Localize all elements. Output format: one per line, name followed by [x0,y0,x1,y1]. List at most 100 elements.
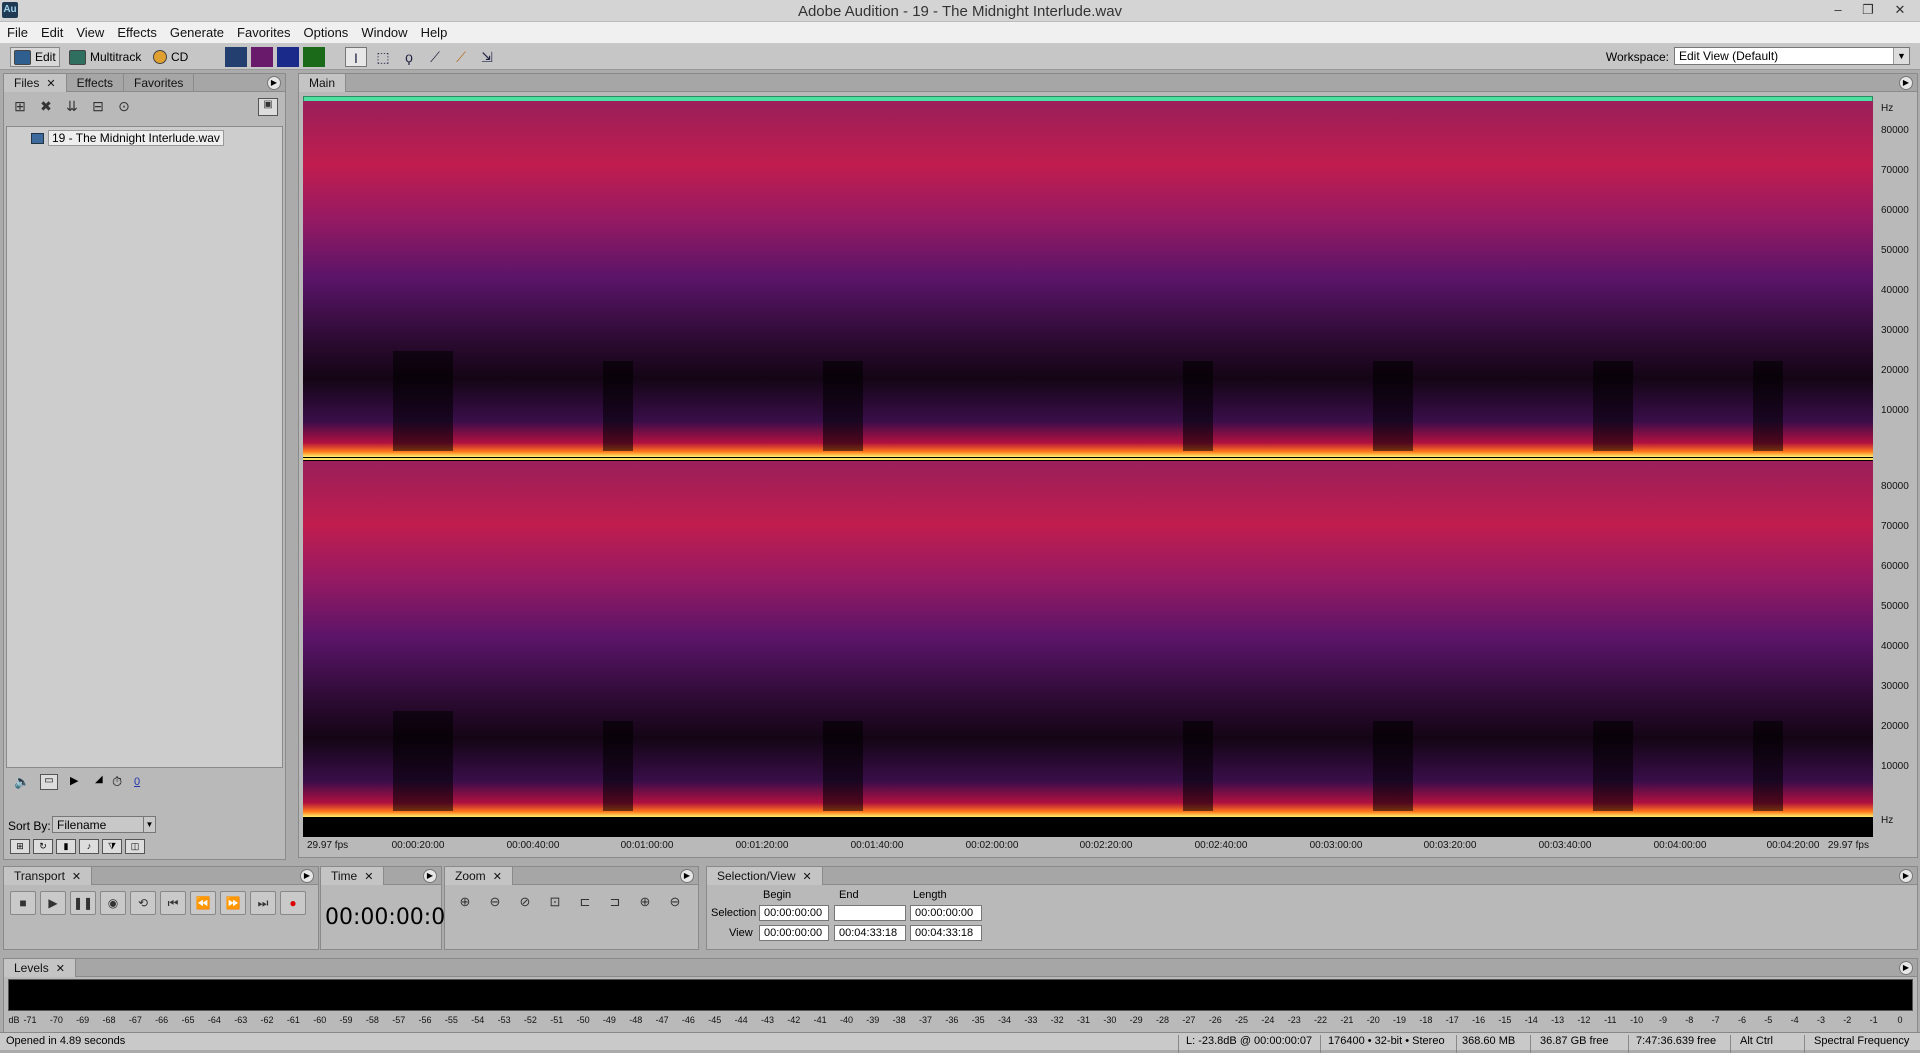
zoom-in-vertical-icon[interactable]: ⊕ [633,891,657,913]
spectral-pan-icon[interactable] [277,47,299,67]
menu-favorites[interactable]: Favorites [230,22,296,40]
filter-icon[interactable]: ⧩ [102,839,122,854]
zoom-right-edge-icon[interactable]: ⊐ [603,891,627,913]
file-name: 19 - The Midnight Interlude.wav [48,130,224,146]
panel-menu-icon[interactable]: ▶ [680,869,694,883]
autoplay-icon[interactable]: ⏱ [112,774,122,790]
menu-file[interactable]: File [0,22,34,40]
menu-generate[interactable]: Generate [163,22,230,40]
panel-menu-icon[interactable]: ▶ [1899,76,1913,90]
close-icon[interactable]: ✕ [803,871,812,883]
menu-effects[interactable]: Effects [110,22,163,40]
scrub-tool-icon[interactable]: ⇲ [476,47,498,67]
play-icon[interactable]: ▶ [40,891,66,915]
status-time-free: 7:47:36.639 free [1636,1035,1717,1047]
options-icon[interactable]: ◫ [125,839,145,854]
spectral-frequency-icon[interactable] [251,47,273,67]
multitrack-view-button[interactable]: Multitrack [66,47,144,67]
panel-menu-icon[interactable]: ▶ [267,76,281,90]
show-options-icon[interactable]: ▣ [258,98,278,116]
zoom-out-vertical-icon[interactable]: ⊖ [663,891,687,913]
zoom-out-horizontal-icon[interactable]: ⊖ [483,891,507,913]
spectral-phase-icon[interactable] [303,47,325,67]
play-file-icon[interactable]: ▭ [40,774,58,790]
import-icon[interactable]: ⊙ [114,98,134,116]
cd-view-button[interactable]: CD [150,47,191,67]
pause-icon[interactable]: ❚❚ [70,891,96,915]
brush-tool-icon[interactable]: ⟋ [424,47,446,67]
list-item[interactable]: 19 - The Midnight Interlude.wav [31,130,224,146]
close-button[interactable]: ✕ [1888,1,1912,19]
close-icon[interactable]: ✕ [493,871,502,883]
go-to-start-icon[interactable]: ⏮ [160,891,186,915]
go-to-end-icon[interactable]: ⏭ [250,891,276,915]
fast-forward-icon[interactable]: ⏩ [220,891,246,915]
hz-tick: 30000 [1881,681,1909,692]
loop-icon[interactable]: ⟲ [130,891,156,915]
menu-view[interactable]: View [69,22,110,40]
view-begin-field[interactable]: 00:00:00:00 [759,925,829,941]
tab-time[interactable]: Time ✕ [321,867,385,885]
minimize-button[interactable]: – [1826,1,1850,19]
spectral-frequency-display[interactable] [303,101,1873,837]
panel-menu-icon[interactable]: ▶ [1899,869,1913,883]
tab-selection-view[interactable]: Selection/View ✕ [707,867,823,885]
menu-window[interactable]: Window [354,22,413,40]
autoplay-count[interactable]: 0 [134,776,140,788]
selection-length-field[interactable]: 00:00:00:00 [910,905,982,921]
view-length-field[interactable]: 00:04:33:18 [910,925,982,941]
close-icon[interactable]: ✕ [364,871,373,883]
lasso-tool-icon[interactable]: ϙ [398,47,420,67]
tab-zoom[interactable]: Zoom ✕ [445,867,513,885]
tab-effects[interactable]: Effects [67,74,125,92]
edit-view-button[interactable]: Edit [10,47,60,67]
menu-help[interactable]: Help [414,22,454,40]
zoom-to-selection-icon[interactable]: ⊡ [543,891,567,913]
close-file-icon[interactable]: ✖ [36,98,56,116]
panel-menu-icon[interactable]: ▶ [300,869,314,883]
close-icon[interactable]: ✕ [72,871,81,883]
video-filter-icon[interactable]: ▮ [56,839,76,854]
zoom-left-edge-icon[interactable]: ⊏ [573,891,597,913]
workspace-select[interactable]: Edit View (Default) ▼ [1674,47,1910,65]
waveform-display-icon[interactable] [225,47,247,67]
tab-favorites[interactable]: Favorites [124,74,195,92]
time-ruler[interactable]: 29.97 fps 00:00:20:00 00:00:40:00 00:01:… [303,837,1873,855]
spot-healing-tool-icon[interactable]: ⟋ [450,47,472,67]
panel-menu-icon[interactable]: ▶ [423,869,437,883]
play-from-cursor-icon[interactable]: ◉ [100,891,126,915]
selection-begin-field[interactable]: 00:00:00:00 [759,905,829,921]
restore-button[interactable]: ❐ [1856,1,1880,19]
levels-tick: -58 [365,1015,379,1025]
close-icon[interactable]: ✕ [56,963,65,975]
play-arrow-icon[interactable]: ▶ [70,774,78,787]
open-file-icon[interactable]: ⊞ [10,98,30,116]
fps-label: 29.97 fps [307,840,349,851]
menu-edit[interactable]: Edit [34,22,69,40]
view-end-field[interactable]: 00:04:33:18 [834,925,906,941]
tab-files[interactable]: Files ✕ [4,74,67,92]
midi-filter-icon[interactable]: ♪ [79,839,99,854]
selection-end-field[interactable] [834,905,906,921]
edit-file-icon[interactable]: ⊟ [88,98,108,116]
sort-by-select[interactable]: Filename ▼ [52,816,156,833]
time-selection-tool-icon[interactable]: I [345,47,367,67]
tab-transport[interactable]: Transport ✕ [4,867,93,885]
status-disk-free: 36.87 GB free [1540,1035,1609,1047]
marquee-tool-icon[interactable]: ⬚ [372,47,394,67]
speaker-icon[interactable]: 🔈 [14,774,30,790]
zoom-out-full-icon[interactable]: ⊘ [513,891,537,913]
stop-icon[interactable]: ■ [10,891,36,915]
panel-menu-icon[interactable]: ▶ [1899,961,1913,975]
close-icon[interactable]: ✕ [46,78,55,90]
audio-filter-icon[interactable]: ⊞ [10,839,30,854]
loop-filter-icon[interactable]: ↻ [33,839,53,854]
record-icon[interactable]: ● [280,891,306,915]
levels-tick: -29 [1129,1015,1143,1025]
insert-into-multitrack-icon[interactable]: ⇊ [62,98,82,116]
tab-levels[interactable]: Levels ✕ [4,959,76,977]
tab-main[interactable]: Main [299,74,347,92]
menu-options[interactable]: Options [297,22,355,40]
rewind-icon[interactable]: ⏪ [190,891,216,915]
zoom-in-horizontal-icon[interactable]: ⊕ [453,891,477,913]
